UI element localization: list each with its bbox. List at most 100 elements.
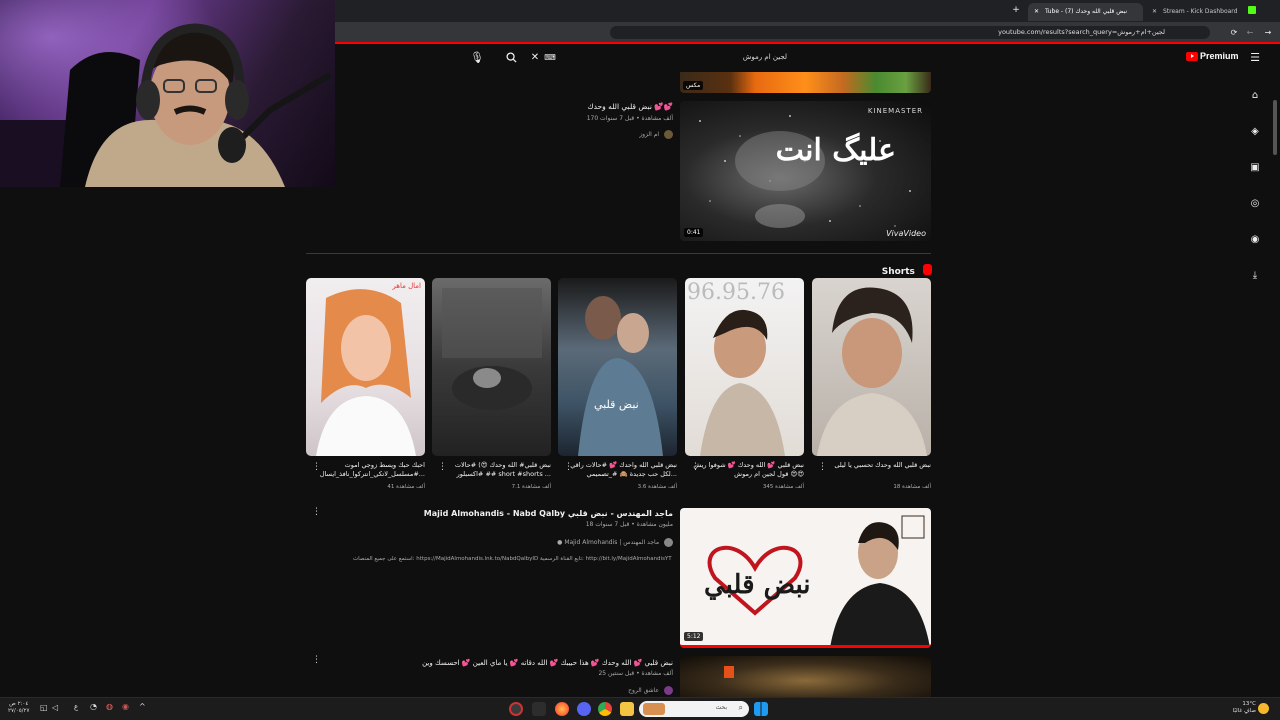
volume-icon[interactable]: ◁ [52,703,58,712]
mic-icon[interactable]: 🎙 [470,50,484,64]
duration-badge: 0:41 [684,228,704,237]
scrollbar[interactable] [1273,100,1277,155]
short-overlay-text: نبض قلبي [594,398,639,411]
short-image [442,288,542,410]
more-options-icon[interactable]: ⋮ [312,462,321,472]
notification-icon[interactable]: ◱ [40,703,48,712]
short-image [578,296,663,456]
youtube-premium-logo[interactable]: Premium [1186,51,1239,62]
short-title[interactable]: نبض قلبي الله وحدك تحسبي يا ليلى [816,461,931,470]
weather-widget[interactable]: 13°C صافٍ غالبًا [1233,701,1256,715]
channel-name[interactable]: ام الزوز [639,130,673,139]
youtube-logo-icon [1186,52,1198,62]
channel-watermark-icon [724,666,734,678]
short-image [817,287,927,456]
search-input[interactable]: لجين ام رموش [525,48,805,66]
show-hidden-icons-icon[interactable]: ^ [139,702,146,711]
back-icon[interactable]: ← [1244,26,1256,38]
channel-avatar [664,538,673,547]
music-icon[interactable]: ◎ [1248,197,1262,211]
short-thumbnail[interactable]: امال ماهر [306,278,425,456]
channel-name[interactable]: عاشق الروح [628,686,673,695]
windows-start-icon[interactable] [754,702,768,716]
windows-taskbar: ٢:٠٤ ص ٢٧/٠٥/٢٧ ◱ ◁ ع ◔ ◍ ◉ ^ بحث ⌕ 13°C… [0,697,1280,720]
network-icon[interactable]: ◔ [90,702,97,711]
subscriptions-icon[interactable]: ▣ [1248,161,1262,175]
url-field[interactable]: youtube.com/results?search_query=لجين+ام… [610,26,1210,39]
short-thumbnail[interactable] [432,278,551,456]
watermark-bottom: VivaVideo [886,229,926,238]
thumbnail-title-text: نبض قلبي [704,570,811,600]
duration-badge: 5:12 [684,632,704,641]
chrome-icon[interactable] [598,702,612,716]
short-overlay-text: 96.95.76 [687,280,785,305]
more-options-icon[interactable]: ⋮ [564,462,573,472]
close-icon[interactable]: ✕ [1152,8,1157,15]
short-thumbnail[interactable]: نبض قلبي [558,278,677,456]
short-title[interactable]: نبض قلبي 💕 الله وحدك 💕 شوفوا ريش قول لجي… [689,461,804,479]
more-options-icon[interactable]: ⋮ [818,462,827,472]
clock[interactable]: ٢:٠٤ ص ٢٧/٠٥/٢٧ [8,701,29,715]
obs-icon[interactable] [509,702,523,716]
short-title[interactable]: احبك حبك ويسط زوجي اموت #مسلسل_لاتكي_انت… [310,461,425,479]
search-highlight-image [643,703,665,715]
new-tab-icon[interactable]: + [1010,4,1022,16]
file-explorer-icon[interactable] [620,702,634,716]
tab-label: Stream - Kick Dashboard [1162,8,1238,15]
more-options-icon[interactable]: ⋮ [312,655,321,665]
tab-youtube[interactable]: ✕ Tube - (7) نبض قلبي الله وحدك [1028,3,1143,21]
downloads-icon[interactable]: ⤓ [1248,269,1262,283]
more-options-icon[interactable]: ⋮ [312,507,321,517]
you-icon[interactable]: ◉ [1248,233,1262,247]
short-views: 7.1 ألف مشاهدة [511,484,551,490]
short-thumbnail[interactable] [812,278,931,456]
more-options-icon[interactable]: ⋮ [438,462,447,472]
video-meta: 25 ألف مشاهدة • قبل سنتين [598,670,673,677]
sparkle-pattern [699,115,911,228]
overlay-text: عليگ انت [775,133,896,168]
video-thumbnail[interactable]: عليگ انت KINEMASTER VivaVideo 0:41 [680,101,931,241]
short-image [316,289,416,456]
reload-icon[interactable]: ⟳ [1228,26,1240,38]
shorts-icon[interactable]: ◈ [1248,125,1262,139]
task-view-icon[interactable] [532,702,546,716]
short-title[interactable]: نبض قلبي# الله وحدك 😍) #حالات #اكسبلور #… [436,461,551,479]
menu-icon[interactable]: ☰ [1248,51,1262,64]
short-views: 345 ألف مشاهدة [762,484,804,490]
search-icon: ⌕ [738,703,743,712]
discord-icon[interactable] [577,702,591,716]
more-options-icon[interactable]: ⋮ [691,462,700,472]
channel-avatar [664,130,673,139]
watermark-top: KINEMASTER [867,107,923,115]
language-indicator[interactable]: ع [74,703,78,711]
channel-avatar [664,686,673,695]
kick-favicon-icon [1248,6,1256,14]
video-thumbnail[interactable] [680,656,931,697]
streamer-webcam-image [0,0,335,187]
webcam-overlay [0,0,335,187]
tray-app-icon[interactable]: ◍ [106,702,113,711]
short-views: 3.6 ألف مشاهدة [637,484,677,490]
video-thumbnail[interactable]: نبض قلبي 5:12 [680,508,931,648]
tray-app-icon[interactable]: ◉ [122,702,129,711]
search-icon[interactable] [504,50,518,64]
video-meta: 170 ألف مشاهدة • قبل 7 سنوات [586,115,673,122]
close-icon[interactable]: ✕ [1034,8,1039,15]
shorts-header: Shorts [870,259,932,277]
channel-name[interactable]: ● Majid Almohandis | ماجد المهندس [557,538,673,547]
verified-icon: ● [557,539,563,546]
tab-kick-dashboard[interactable]: ✕ Stream - Kick Dashboard [1146,3,1241,21]
video-title[interactable]: Majid Almohandis - Nabd Qalby ماجد المهن… [424,509,673,518]
taskbar-search[interactable]: بحث ⌕ [639,701,749,717]
partial-video-thumbnail[interactable]: مكس [680,72,931,93]
video-title[interactable]: نبض قلبي الله وحدك 💕💕 [587,102,673,111]
home-icon[interactable]: ⌂ [1248,89,1262,103]
mix-badge: مكس [683,81,704,90]
short-thumbnail[interactable]: 96.95.76 [685,278,804,456]
video-meta: 18 مليون مشاهدة • قبل 7 سنوات [585,521,673,528]
video-title[interactable]: نبض قلبي 💕 الله وحدك 💕 هذا حبيبك 💕 الله … [422,659,673,667]
section-divider [306,253,931,254]
short-title[interactable]: نبض قلبي الله واحدك 💕 #حالات راقي لكل حب… [562,461,677,479]
firefox-icon[interactable] [555,702,569,716]
forward-icon[interactable]: → [1262,26,1274,38]
